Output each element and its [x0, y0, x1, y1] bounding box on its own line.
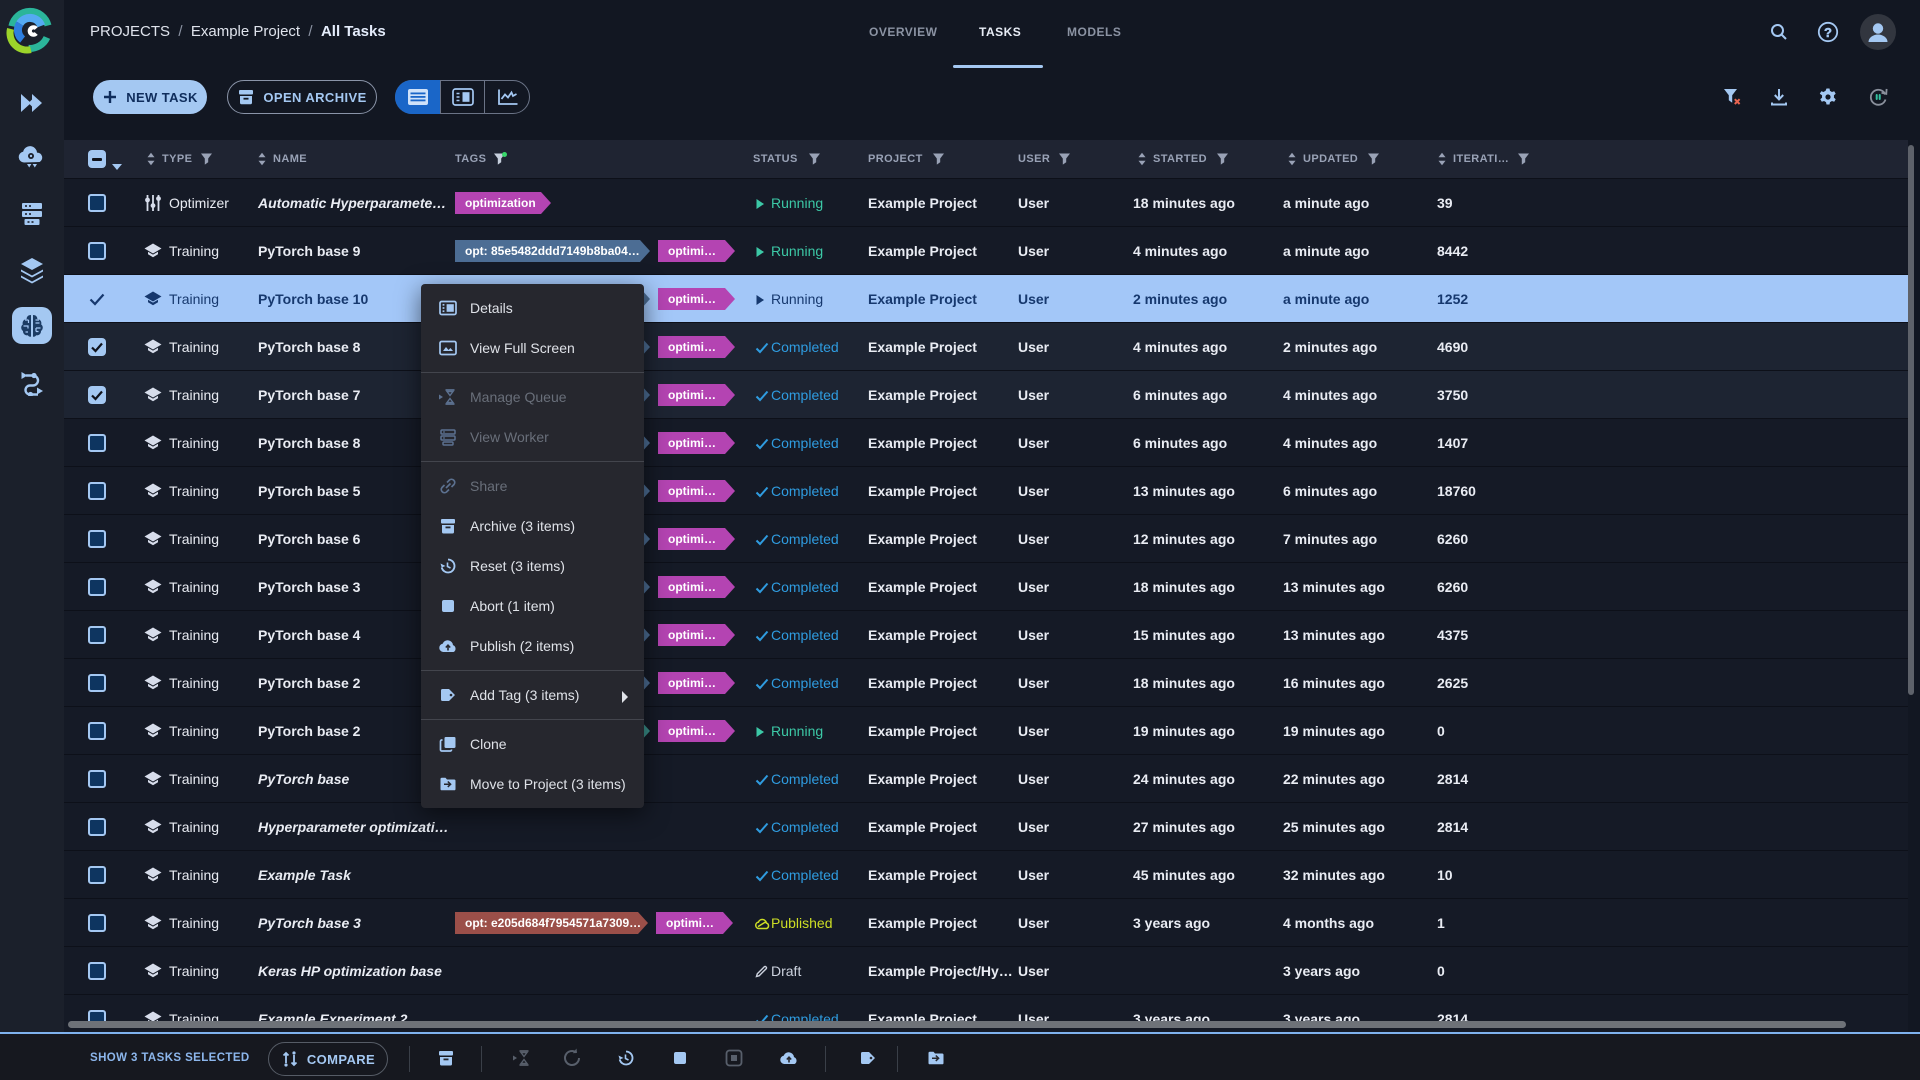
svg-text:?: ?: [1824, 25, 1832, 40]
